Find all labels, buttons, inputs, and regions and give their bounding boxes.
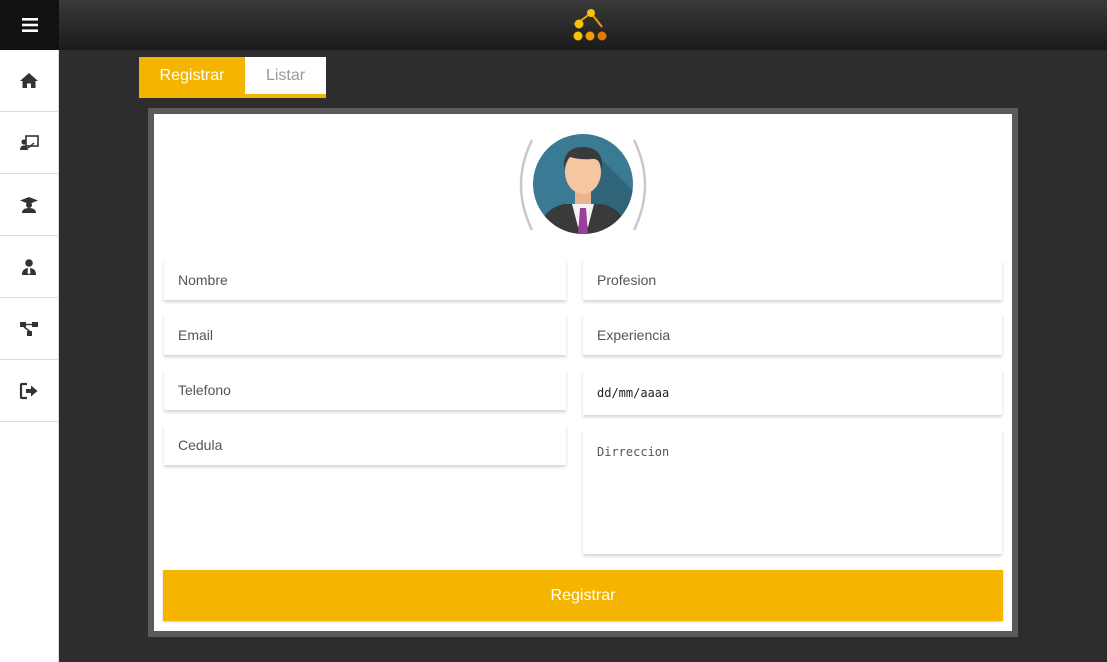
tab-bar: Registrar Listar bbox=[139, 57, 326, 98]
menu-toggle-button[interactable] bbox=[0, 0, 59, 50]
direccion-textarea[interactable]: Dirreccion bbox=[583, 430, 1002, 554]
user-tie-icon bbox=[22, 258, 36, 275]
email-field[interactable]: Email bbox=[164, 315, 566, 355]
nombre-field[interactable]: Nombre bbox=[164, 260, 566, 300]
tab-registrar[interactable]: Registrar bbox=[139, 57, 245, 94]
avatar-icon bbox=[519, 134, 647, 234]
home-icon bbox=[20, 72, 38, 88]
sidebar-item-logout[interactable] bbox=[0, 360, 58, 422]
graduate-icon bbox=[20, 196, 38, 213]
form-frame: Nombre Email Telefono Cedula Profesion E… bbox=[148, 108, 1018, 637]
sidebar-item-home[interactable] bbox=[0, 50, 58, 112]
sidebar-item-teacher[interactable] bbox=[0, 112, 58, 174]
sidebar-item-structure[interactable] bbox=[0, 298, 58, 360]
top-bar bbox=[0, 0, 1107, 50]
date-field[interactable]: dd/mm/aaaa bbox=[583, 370, 1002, 415]
profesion-field[interactable]: Profesion bbox=[583, 260, 1002, 300]
form-card: Nombre Email Telefono Cedula Profesion E… bbox=[154, 114, 1012, 631]
telefono-field[interactable]: Telefono bbox=[164, 370, 566, 410]
tab-listar[interactable]: Listar bbox=[245, 57, 326, 94]
hamburger-icon bbox=[21, 18, 38, 32]
sidebar bbox=[0, 50, 59, 662]
cedula-field[interactable]: Cedula bbox=[164, 425, 566, 465]
logo-icon bbox=[573, 9, 607, 41]
sign-out-icon bbox=[19, 382, 38, 399]
teacher-board-icon bbox=[20, 134, 39, 150]
sidebar-item-students[interactable] bbox=[0, 174, 58, 236]
experiencia-field[interactable]: Experiencia bbox=[583, 315, 1002, 355]
sitemap-icon bbox=[20, 321, 38, 336]
registrar-submit-button[interactable]: Registrar bbox=[163, 570, 1003, 621]
sidebar-item-professors[interactable] bbox=[0, 236, 58, 298]
